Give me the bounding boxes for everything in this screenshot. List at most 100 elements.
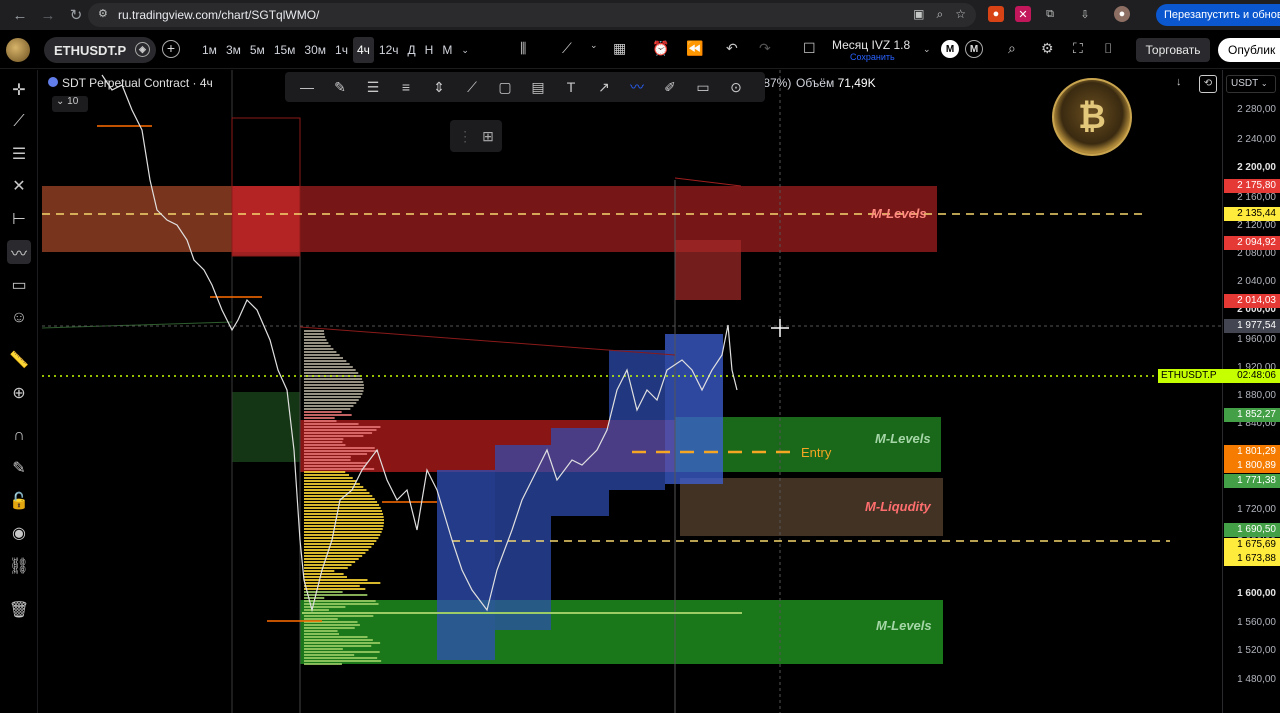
rectangle-icon[interactable]: ▢ — [495, 79, 515, 96]
volume-profile-bar — [304, 417, 335, 419]
zone-upper-red-small — [675, 240, 741, 300]
download-icon[interactable]: ⇩ — [1077, 6, 1093, 22]
lock-drawing-icon[interactable]: ✎ — [7, 456, 31, 480]
volume-profile-bar — [304, 405, 353, 407]
parallel-channel-icon[interactable]: ☰ — [363, 79, 383, 96]
settings-gear-icon[interactable]: ⚙ — [1041, 40, 1054, 57]
lock-icon[interactable]: 🔓 — [7, 489, 31, 513]
volume-value: 71,49K — [838, 76, 876, 90]
volume-profile-bar — [304, 510, 382, 512]
layouts-icon[interactable]: ▦ — [613, 40, 626, 57]
compare-icon[interactable]: ◈ — [135, 42, 150, 57]
pattern-icon[interactable]: ✕ — [7, 174, 31, 198]
brush-icon[interactable]: 〰 — [7, 240, 31, 264]
cast-icon[interactable]: ▣ — [913, 7, 924, 22]
interval-week[interactable]: Н — [421, 37, 438, 63]
m-badge-white[interactable]: M — [941, 40, 959, 58]
symbol-search-button[interactable]: ETHUSDT.P ◈ — [44, 37, 156, 63]
magnet-icon[interactable]: ∩ — [7, 424, 31, 448]
text-tool-icon[interactable]: T — [561, 79, 581, 95]
fib-icon[interactable]: ☰ — [7, 142, 31, 166]
trend-line-icon[interactable]: ⟋ — [7, 110, 31, 134]
zoom-icon[interactable]: ⌕ — [937, 7, 944, 22]
scale-down-icon[interactable]: ↓ — [1176, 76, 1192, 92]
pen-icon[interactable]: ✎ — [330, 79, 350, 96]
user-avatar[interactable] — [6, 38, 30, 62]
line-tool-icon[interactable]: ⟋ — [462, 79, 482, 96]
m-badge-dark[interactable]: M — [965, 40, 983, 58]
indicator-name[interactable]: Месяц IVZ 1.8 — [832, 38, 910, 52]
add-layout-icon[interactable]: ⊞ — [482, 128, 494, 145]
price-axis[interactable]: 2 280,00 2 240,00 2 200,00 2 160,00 2 120,00… — [1222, 70, 1280, 713]
trash-icon[interactable]: 🗑 — [7, 598, 31, 622]
extension-pink-icon[interactable]: ✕ — [1015, 6, 1031, 22]
trade-button[interactable]: Торговать — [1136, 38, 1210, 62]
brush-tool-icon[interactable]: ✐ — [660, 79, 680, 96]
callout-icon[interactable]: ▭ — [693, 79, 713, 96]
extensions-puzzle-icon[interactable]: ⧉ — [1042, 6, 1058, 22]
zoom-in-icon[interactable]: ⊕ — [7, 381, 31, 405]
indicators-icon[interactable]: ⟋ — [562, 40, 572, 57]
chart-pane[interactable]: SDT Perpetual Contract · 4ч ⌄ 10 ,87%) О… — [42, 70, 1222, 713]
ray-icon[interactable]: ↗ — [594, 79, 614, 96]
ruler-icon[interactable]: 📏 — [7, 348, 31, 372]
crosshair-icon[interactable]: ✛ — [7, 78, 31, 102]
settings-circle-icon[interactable]: ⊙ — [726, 79, 746, 96]
layout-dropdown-icon[interactable]: ⌄ — [923, 44, 931, 55]
volume-profile-bar — [304, 465, 366, 467]
back-arrow-icon[interactable]: ← — [6, 1, 34, 29]
fib-channel-icon[interactable]: ▤ — [528, 79, 548, 96]
chart-canvas[interactable] — [42, 70, 1222, 713]
alert-icon[interactable]: ⏰ — [652, 40, 669, 57]
interval-5m[interactable]: 5м — [246, 37, 269, 63]
site-settings-icon[interactable]: ⚙ — [98, 7, 108, 20]
checkbox-icon[interactable]: ☐ — [803, 40, 816, 57]
redo-icon[interactable]: ↷ — [759, 40, 771, 57]
interval-15m[interactable]: 15м — [270, 37, 300, 63]
indicators-dropdown-icon[interactable]: ⌄ — [590, 40, 598, 51]
floating-mini-toolbar[interactable]: ⋮ ⊞ — [450, 120, 502, 152]
link-icon[interactable]: ⛓ — [7, 554, 31, 578]
symbol-label: ETHUSDT.P — [54, 43, 126, 58]
relaunch-button[interactable]: Перезапустить и обнов — [1156, 4, 1280, 26]
interval-30m[interactable]: 30м — [300, 37, 330, 63]
fullscreen-icon[interactable]: ⛶ — [1073, 40, 1083, 57]
search-icon[interactable]: ⌕ — [1008, 40, 1016, 57]
interval-4h[interactable]: 4ч — [353, 37, 374, 63]
forward-arrow-icon[interactable]: → — [34, 1, 62, 29]
auto-scale-icon[interactable]: ⟲ — [1199, 75, 1217, 93]
profile-avatar[interactable]: ● — [1114, 6, 1130, 22]
reload-icon[interactable]: ↻ — [62, 1, 90, 29]
replay-icon[interactable]: ⏪ — [686, 40, 703, 57]
interval-month[interactable]: М — [438, 37, 456, 63]
eye-icon[interactable]: ◉ — [7, 521, 31, 545]
add-symbol-icon[interactable]: + — [162, 40, 180, 58]
save-link[interactable]: Сохранить — [850, 52, 895, 62]
volume-profile-bar — [304, 444, 345, 446]
interval-day[interactable]: Д — [404, 37, 420, 63]
horizontal-line-icon[interactable]: — — [297, 79, 317, 95]
camera-icon[interactable]: ⌷ — [1104, 40, 1112, 57]
price-label-tag: 1 852,27 — [1224, 408, 1280, 422]
interval-3m[interactable]: 3м — [222, 37, 245, 63]
legend-collapse-button[interactable]: ⌄ 10 — [52, 96, 88, 112]
drag-handle-icon[interactable]: ⋮ — [458, 128, 472, 145]
measure-range-icon[interactable]: ⊢ — [7, 207, 31, 231]
address-bar[interactable]: ⚙ ru.tradingview.com/chart/SGTqlWMO/ ▣ ⌕… — [88, 3, 976, 27]
undo-icon[interactable]: ↶ — [726, 40, 738, 57]
bookmark-star-icon[interactable]: ☆ — [955, 7, 966, 22]
interval-dropdown-icon[interactable]: ⌄ — [457, 37, 473, 63]
interval-12h[interactable]: 12ч — [375, 37, 403, 63]
fib-retracement-icon[interactable]: ≡ — [396, 79, 416, 95]
candle-type-icon[interactable]: ⫼ — [520, 40, 526, 57]
text-note-icon[interactable]: ▭ — [7, 273, 31, 297]
chart-legend-symbol[interactable]: SDT Perpetual Contract · 4ч — [48, 76, 213, 90]
currency-selector[interactable]: USDT ⌄ — [1226, 75, 1276, 93]
extension-fox-icon[interactable]: ● — [988, 6, 1004, 22]
interval-1m[interactable]: 1м — [198, 37, 221, 63]
emoji-icon[interactable]: ☺ — [7, 306, 31, 330]
price-range-icon[interactable]: ⇕ — [429, 79, 449, 96]
path-tool-icon[interactable]: 〰 — [627, 77, 647, 97]
interval-1h[interactable]: 1ч — [331, 37, 352, 63]
publish-button[interactable]: Опублик — [1218, 38, 1280, 62]
